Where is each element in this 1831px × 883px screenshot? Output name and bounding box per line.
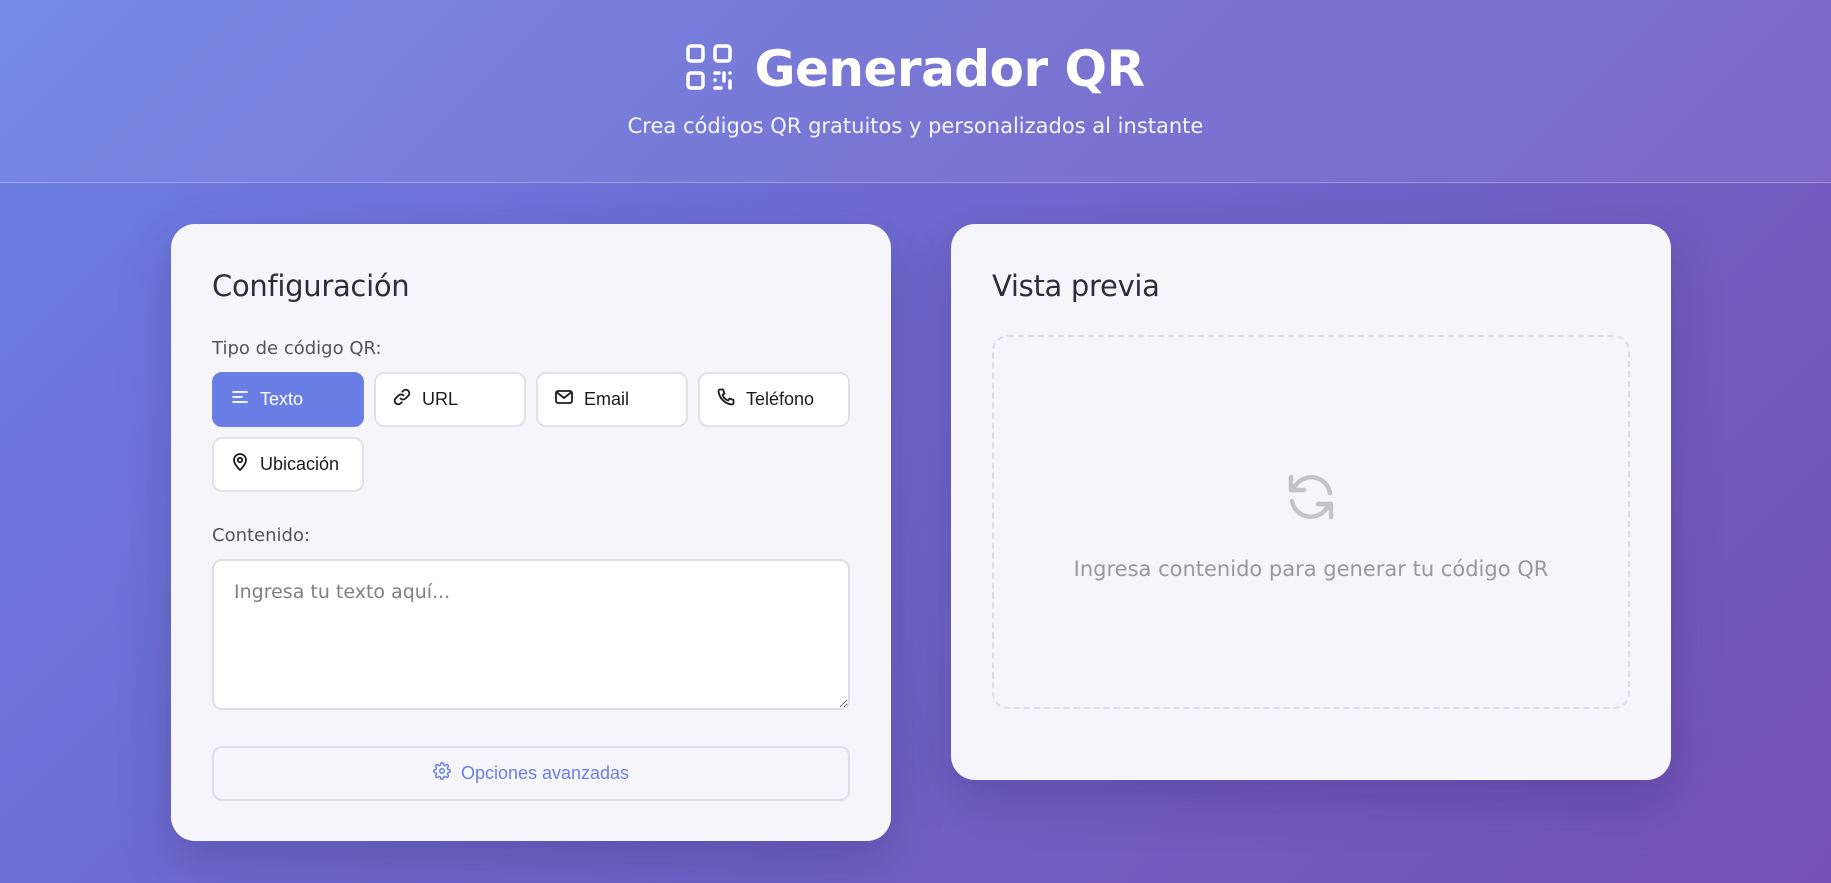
content-textarea[interactable] xyxy=(212,559,850,710)
advanced-options-label: Opciones avanzadas xyxy=(460,763,630,783)
type-button-texto[interactable]: Texto xyxy=(212,372,364,427)
type-button-url[interactable]: URL xyxy=(374,372,526,427)
qr-code-icon xyxy=(686,44,733,94)
configuration-heading: Configuración xyxy=(212,269,410,303)
advanced-options-button[interactable]: Opciones avanzadas xyxy=(212,746,850,801)
qr-type-label: Tipo de código QR: xyxy=(212,338,382,359)
qr-preview-area: Ingresa contenido para generar tu código… xyxy=(992,335,1630,709)
type-button-telefono[interactable]: Teléfono xyxy=(698,372,850,427)
preview-card: Vista previa Ingresa contenido para gene… xyxy=(951,224,1671,780)
title-row: Generador QR xyxy=(0,40,1831,98)
page-title: Generador QR xyxy=(754,40,1145,98)
link-icon xyxy=(392,387,412,412)
envelope-icon xyxy=(554,387,574,412)
configuration-card: Configuración Tipo de código QR: Texto U… xyxy=(171,224,891,841)
map-pin-icon xyxy=(230,452,250,477)
type-button-ubicacion[interactable]: Ubicación xyxy=(212,437,364,492)
gear-icon xyxy=(433,762,451,785)
preview-heading: Vista previa xyxy=(992,269,1160,303)
type-button-email[interactable]: Email xyxy=(536,372,688,427)
type-button-label: Teléfono xyxy=(746,389,815,409)
type-button-label: Ubicación xyxy=(260,454,340,474)
page-header: Generador QR Crea códigos QR gratuitos y… xyxy=(0,0,1831,183)
type-button-label: Email xyxy=(584,389,630,409)
phone-icon xyxy=(716,387,736,412)
page-subtitle: Crea códigos QR gratuitos y personalizad… xyxy=(627,114,1204,138)
text-lines-icon xyxy=(230,387,250,412)
type-button-label: URL xyxy=(422,389,459,409)
preview-empty-message: Ingresa contenido para generar tu código… xyxy=(1073,557,1549,581)
type-button-label: Texto xyxy=(260,389,304,409)
content-label: Contenido: xyxy=(212,525,311,546)
